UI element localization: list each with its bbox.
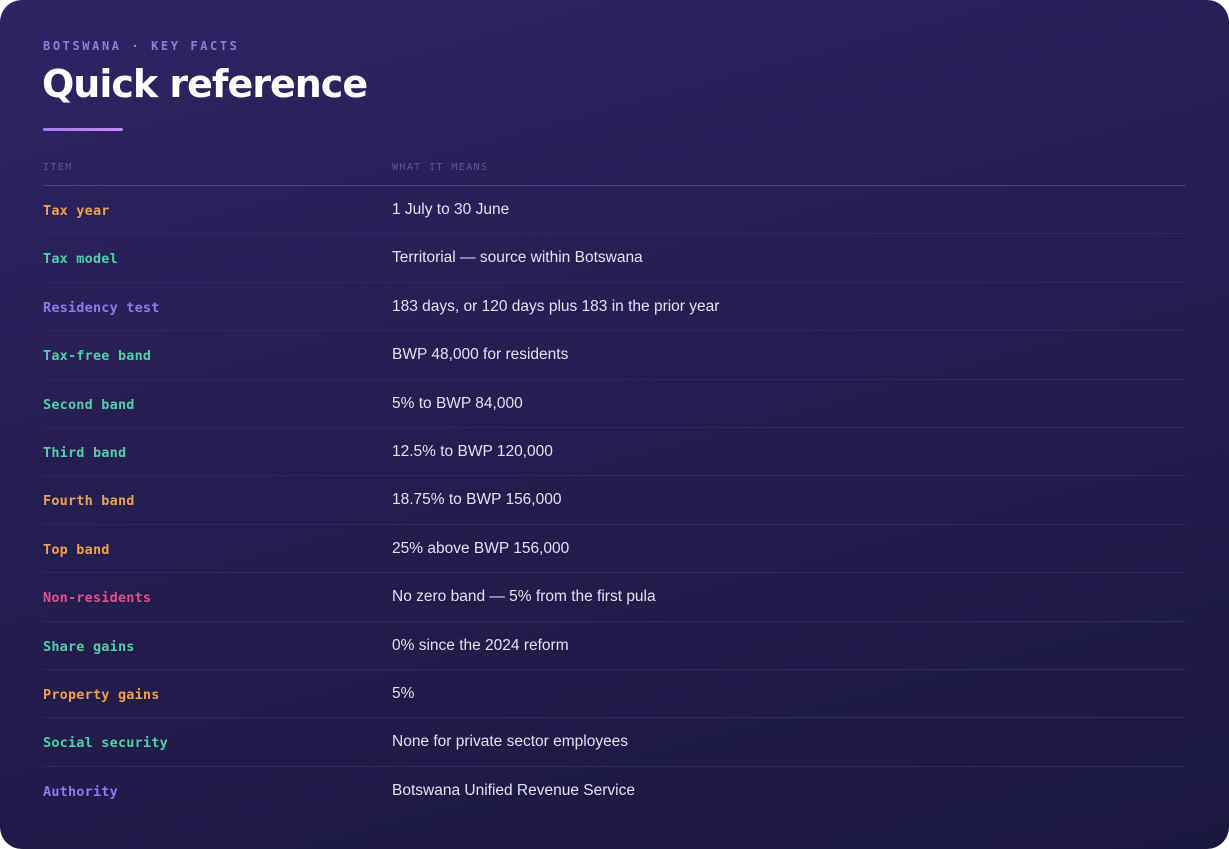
row-meaning-value: BWP 48,000 for residents <box>392 346 569 364</box>
row-meaning-value: 5% to BWP 84,000 <box>392 394 523 412</box>
table-row: Non-residents No zero band — 5% from the… <box>43 573 1186 622</box>
row-meaning-value: 25% above BWP 156,000 <box>392 539 570 557</box>
title-underline <box>43 128 123 131</box>
row-item-label: Share gains <box>43 638 135 655</box>
row-item-label: Top band <box>43 541 110 558</box>
table-row: Authority Botswana Unified Revenue Servi… <box>43 767 1186 815</box>
table-row: Share gains 0% since the 2024 reform <box>43 622 1186 670</box>
table-row: Third band 12.5% to BWP 120,000 <box>43 428 1186 477</box>
row-meaning-value: 0% since the 2024 reform <box>392 636 569 654</box>
eyebrow-label: BOTSWANA · KEY FACTS <box>43 39 240 53</box>
table-row: Tax model Territorial — source within Bo… <box>43 234 1186 283</box>
row-item-label: Fourth band <box>43 493 135 510</box>
reference-table: Tax year 1 July to 30 June Tax model Ter… <box>43 186 1186 815</box>
table-row: Fourth band 18.75% to BWP 156,000 <box>43 476 1186 525</box>
table-row: Property gains 5% <box>43 670 1186 719</box>
row-item-label: Non-residents <box>43 590 152 607</box>
table-row: Residency test 183 days, or 120 days plu… <box>43 283 1186 332</box>
page-title: Quick reference <box>42 62 368 106</box>
row-item-label: Residency test <box>43 299 160 316</box>
table-row: Social security None for private sector … <box>43 718 1186 767</box>
row-meaning-value: 1 July to 30 June <box>392 201 510 218</box>
column-header-meaning: WHAT IT MEANS <box>392 162 489 173</box>
row-meaning-value: Botswana Unified Revenue Service <box>392 781 635 799</box>
table-row: Tax-free band BWP 48,000 for residents <box>43 331 1186 380</box>
row-item-label: Second band <box>43 396 135 413</box>
quick-reference-card: BOTSWANA · KEY FACTS Quick reference ITE… <box>0 0 1229 849</box>
row-meaning-value: Territorial — source within Botswana <box>392 249 643 267</box>
row-item-label: Social security <box>43 735 168 752</box>
table-row: Top band 25% above BWP 156,000 <box>43 525 1186 574</box>
row-meaning-value: 12.5% to BWP 120,000 <box>392 442 553 460</box>
row-item-label: Property gains <box>43 686 160 703</box>
row-item-label: Tax year <box>43 203 110 219</box>
column-header-item: ITEM <box>43 162 73 173</box>
row-meaning-value: 18.75% to BWP 156,000 <box>392 491 562 509</box>
row-meaning-value: 5% <box>392 684 415 702</box>
row-item-label: Third band <box>43 444 127 461</box>
row-item-label: Tax-free band <box>43 348 152 365</box>
table-row: Tax year 1 July to 30 June <box>43 186 1186 235</box>
row-item-label: Tax model <box>43 251 118 268</box>
row-item-label: Authority <box>43 783 118 800</box>
row-meaning-value: No zero band — 5% from the first pula <box>392 588 656 606</box>
table-row: Second band 5% to BWP 84,000 <box>43 380 1186 428</box>
row-meaning-value: 183 days, or 120 days plus 183 in the pr… <box>392 297 720 315</box>
row-meaning-value: None for private sector employees <box>392 733 629 751</box>
